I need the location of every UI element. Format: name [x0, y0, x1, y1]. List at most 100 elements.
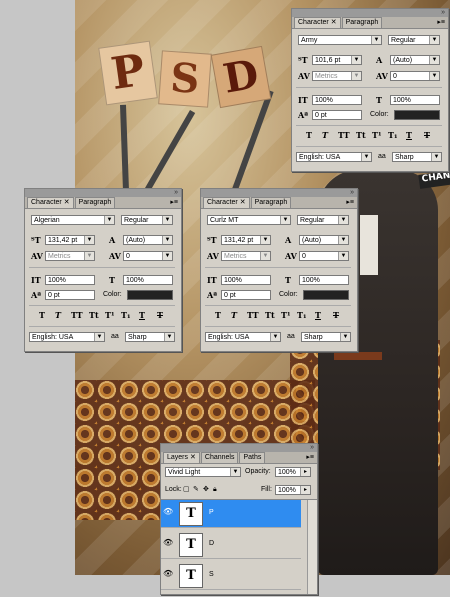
- tab-character[interactable]: Character ✕: [203, 197, 250, 208]
- collapse-icon[interactable]: »: [350, 189, 354, 197]
- faux-bold-button[interactable]: T: [39, 310, 45, 320]
- letter-d[interactable]: D: [210, 45, 272, 109]
- close-tab-icon[interactable]: ✕: [331, 19, 337, 26]
- visibility-eye-icon[interactable]: 👁︎: [163, 539, 173, 547]
- horizontal-scale-field[interactable]: 100%: [123, 275, 173, 285]
- font-style-select[interactable]: Regular ▼: [297, 215, 349, 225]
- letter-s[interactable]: S: [158, 50, 212, 108]
- all-caps-button[interactable]: TT: [247, 310, 259, 320]
- small-caps-button[interactable]: Tt: [265, 310, 275, 320]
- font-size-field[interactable]: 131,42 pt ▼: [45, 235, 95, 245]
- layers-scrollbar[interactable]: [307, 500, 317, 594]
- superscript-button[interactable]: T¹: [281, 310, 290, 320]
- antialias-select[interactable]: Sharp ▼: [392, 152, 442, 162]
- strikethrough-button[interactable]: T: [157, 310, 163, 320]
- tracking-field[interactable]: 0 ▼: [299, 251, 349, 261]
- panel-menu-icon[interactable]: ▸≡: [437, 18, 445, 26]
- panel-menu-icon[interactable]: ▸≡: [346, 198, 354, 206]
- small-caps-button[interactable]: Tt: [356, 130, 366, 140]
- faux-italic-button[interactable]: T: [55, 310, 61, 320]
- antialias-select[interactable]: Sharp ▼: [301, 332, 351, 342]
- lock-all-icon[interactable]: 🔒︎: [213, 485, 217, 495]
- panel-title-bar[interactable]: »: [25, 189, 181, 197]
- antialias-select[interactable]: Sharp ▼: [125, 332, 175, 342]
- close-tab-icon[interactable]: ✕: [64, 199, 70, 206]
- text-color-swatch[interactable]: [303, 290, 349, 300]
- small-caps-button[interactable]: Tt: [89, 310, 99, 320]
- leading-field[interactable]: (Auto) ▼: [123, 235, 173, 245]
- visibility-eye-icon[interactable]: 👁︎: [163, 570, 173, 578]
- lock-image-icon[interactable]: ✎: [193, 485, 199, 495]
- kerning-field[interactable]: Metrics ▼: [312, 71, 362, 81]
- leading-field[interactable]: (Auto) ▼: [299, 235, 349, 245]
- faux-italic-button[interactable]: T: [231, 310, 237, 320]
- tracking-field[interactable]: 0 ▼: [123, 251, 173, 261]
- vertical-scale-field[interactable]: 100%: [45, 275, 95, 285]
- opacity-field[interactable]: 100% ▸: [275, 467, 311, 477]
- baseline-shift-field[interactable]: 0 pt: [312, 110, 362, 120]
- tab-paragraph[interactable]: Paragraph: [74, 197, 116, 208]
- vertical-scale-field[interactable]: 100%: [312, 95, 362, 105]
- font-family-select[interactable]: Army ▼: [298, 35, 382, 45]
- faux-bold-button[interactable]: T: [215, 310, 221, 320]
- lock-position-icon[interactable]: ✥: [203, 485, 209, 495]
- collapse-icon[interactable]: »: [174, 189, 178, 197]
- tab-paths[interactable]: Paths: [239, 452, 266, 463]
- tab-character[interactable]: Character ✕: [27, 197, 74, 208]
- panel-menu-icon[interactable]: ▸≡: [170, 198, 178, 206]
- all-caps-button[interactable]: TT: [71, 310, 83, 320]
- panel-menu-icon[interactable]: ▸≡: [306, 453, 314, 461]
- close-tab-icon[interactable]: ✕: [190, 454, 196, 461]
- tab-paragraph[interactable]: Paragraph: [341, 17, 383, 28]
- blend-mode-select[interactable]: Vivid Light ▼: [165, 467, 241, 477]
- underline-button[interactable]: T: [139, 310, 145, 320]
- font-size-field[interactable]: 131,42 pt ▼: [221, 235, 271, 245]
- subscript-button[interactable]: T₁: [121, 310, 130, 320]
- language-select[interactable]: English: USA ▼: [296, 152, 372, 162]
- font-size-field[interactable]: 101,6 pt ▼: [312, 55, 362, 65]
- subscript-button[interactable]: T₁: [388, 130, 397, 140]
- language-select[interactable]: English: USA ▼: [205, 332, 281, 342]
- tab-paragraph[interactable]: Paragraph: [250, 197, 292, 208]
- panel-title-bar[interactable]: »: [292, 9, 448, 17]
- font-style-select[interactable]: Regular ▼: [388, 35, 440, 45]
- tab-layers[interactable]: Layers ✕: [163, 452, 200, 463]
- text-color-swatch[interactable]: [394, 110, 440, 120]
- baseline-shift-field[interactable]: 0 pt: [45, 290, 95, 300]
- font-family-select[interactable]: Curlz MT ▼: [207, 215, 291, 225]
- lock-transparent-icon[interactable]: ▢: [183, 485, 190, 495]
- all-caps-button[interactable]: TT: [338, 130, 350, 140]
- panel-title-bar[interactable]: »: [201, 189, 357, 197]
- close-tab-icon[interactable]: ✕: [240, 199, 246, 206]
- text-color-swatch[interactable]: [127, 290, 173, 300]
- visibility-eye-icon[interactable]: 👁︎: [163, 508, 173, 516]
- horizontal-scale-field[interactable]: 100%: [299, 275, 349, 285]
- superscript-button[interactable]: T¹: [372, 130, 381, 140]
- superscript-button[interactable]: T¹: [105, 310, 114, 320]
- tracking-field[interactable]: 0 ▼: [390, 71, 440, 81]
- tab-character[interactable]: Character ✕: [294, 17, 341, 28]
- baseline-shift-field[interactable]: 0 pt: [221, 290, 271, 300]
- collapse-icon[interactable]: »: [310, 444, 314, 452]
- layer-row-s[interactable]: 👁︎ T S: [161, 562, 301, 590]
- layer-row-d[interactable]: 👁︎ T D: [161, 531, 301, 559]
- strikethrough-button[interactable]: T: [333, 310, 339, 320]
- leading-field[interactable]: (Auto) ▼: [390, 55, 440, 65]
- underline-button[interactable]: T: [315, 310, 321, 320]
- language-select[interactable]: English: USA ▼: [29, 332, 105, 342]
- horizontal-scale-field[interactable]: 100%: [390, 95, 440, 105]
- panel-title-bar[interactable]: »: [161, 444, 317, 452]
- fill-field[interactable]: 100% ▸: [275, 485, 311, 495]
- vertical-scale-field[interactable]: 100%: [221, 275, 271, 285]
- layer-row-p[interactable]: 👁︎ T P: [161, 500, 301, 528]
- collapse-icon[interactable]: »: [441, 9, 445, 17]
- font-style-select[interactable]: Regular ▼: [121, 215, 173, 225]
- kerning-field[interactable]: Metrics ▼: [45, 251, 95, 261]
- subscript-button[interactable]: T₁: [297, 310, 306, 320]
- kerning-field[interactable]: Metrics ▼: [221, 251, 271, 261]
- font-family-select[interactable]: Algerian ▼: [31, 215, 115, 225]
- underline-button[interactable]: T: [406, 130, 412, 140]
- letter-p[interactable]: P: [98, 40, 158, 106]
- faux-bold-button[interactable]: T: [306, 130, 312, 140]
- faux-italic-button[interactable]: T: [322, 130, 328, 140]
